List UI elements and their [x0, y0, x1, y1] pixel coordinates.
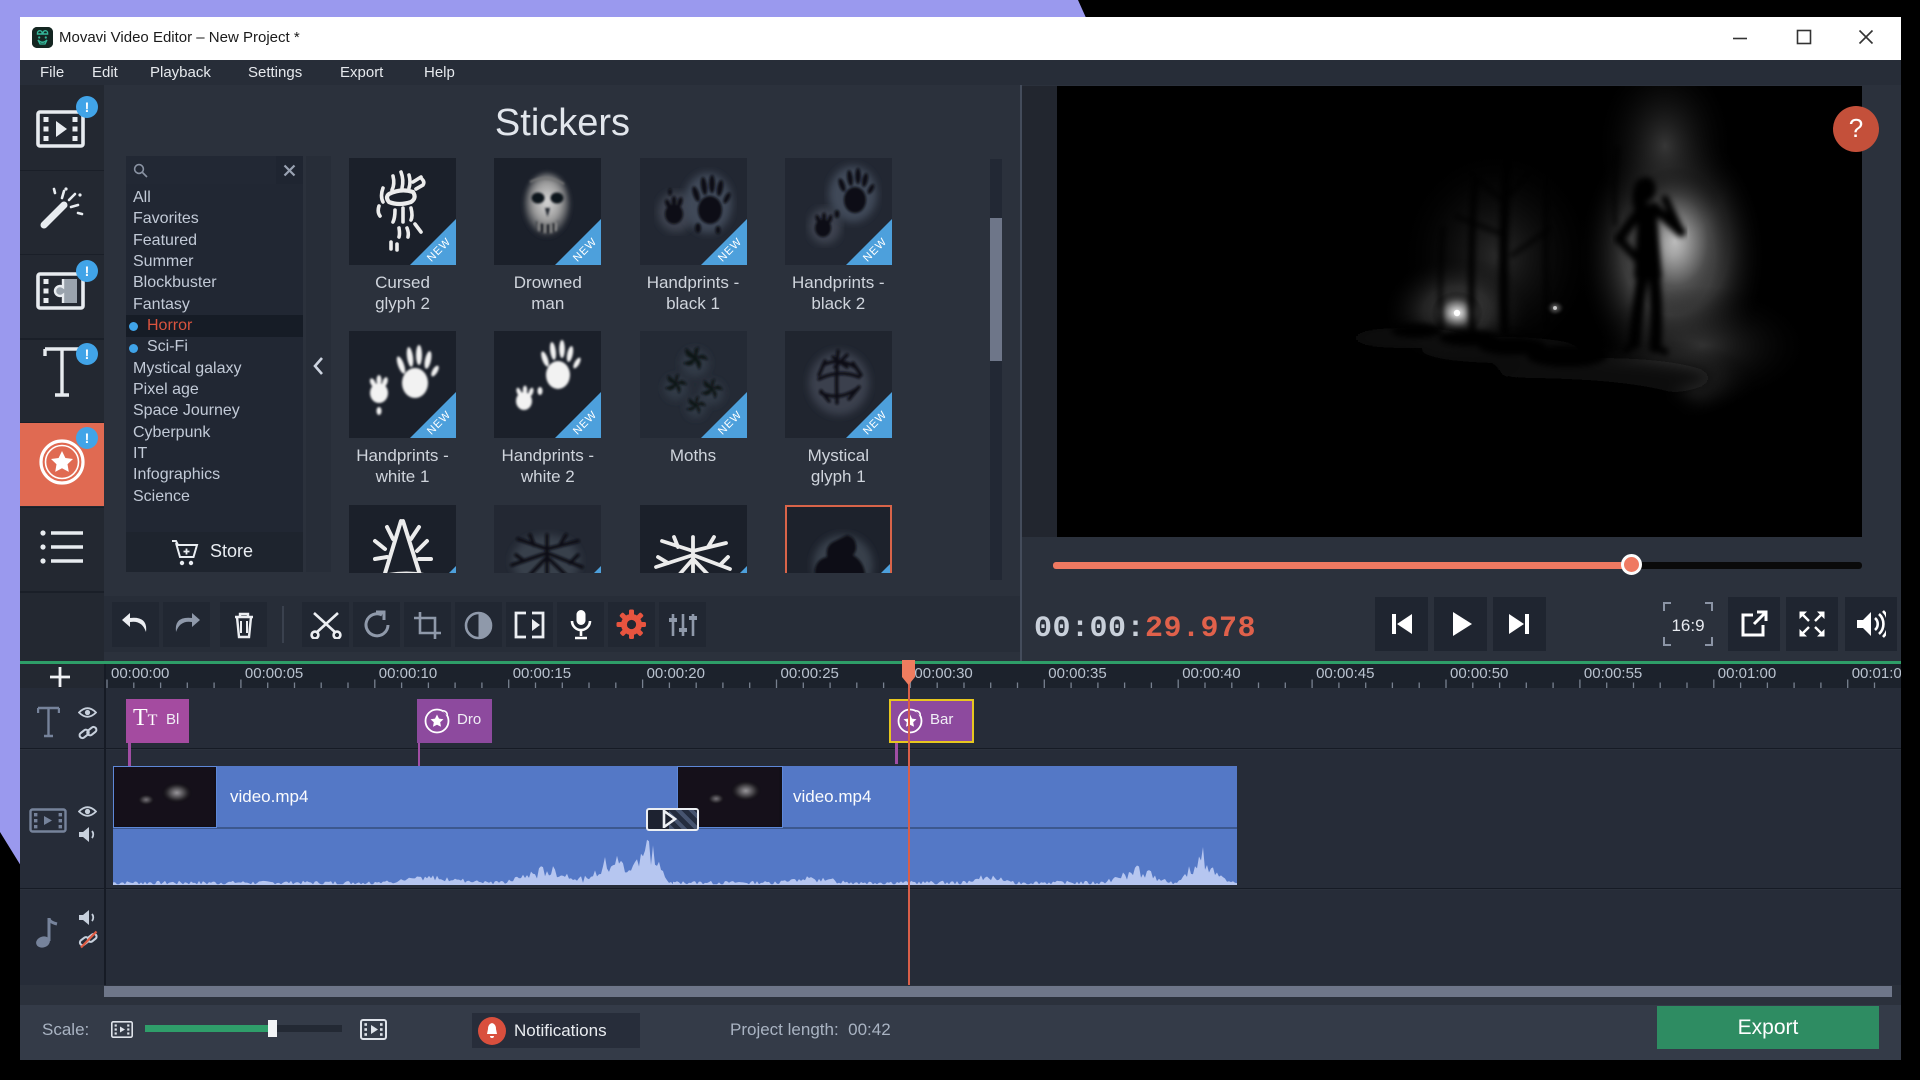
- svg-text:00:01:00: 00:01:00: [1718, 665, 1776, 682]
- svg-text:00:00:50: 00:00:50: [1450, 665, 1508, 682]
- svg-text:00:00:05: 00:00:05: [245, 665, 303, 682]
- svg-text:00:00:45: 00:00:45: [1316, 665, 1374, 682]
- svg-text:00:00:25: 00:00:25: [781, 665, 839, 682]
- svg-text:16:9: 16:9: [1671, 616, 1704, 635]
- svg-text:00:00:30: 00:00:30: [914, 665, 972, 682]
- svg-text:00:01:05: 00:01:05: [1852, 665, 1901, 682]
- svg-text:00:00:40: 00:00:40: [1182, 665, 1240, 682]
- svg-text:00:00:00: 00:00:00: [111, 665, 169, 682]
- svg-text:00:00:15: 00:00:15: [513, 665, 571, 682]
- svg-text:00:00:20: 00:00:20: [647, 665, 705, 682]
- svg-text:00:00:10: 00:00:10: [379, 665, 437, 682]
- svg-text:00:00:55: 00:00:55: [1584, 665, 1642, 682]
- svg-text:00:00:35: 00:00:35: [1048, 665, 1106, 682]
